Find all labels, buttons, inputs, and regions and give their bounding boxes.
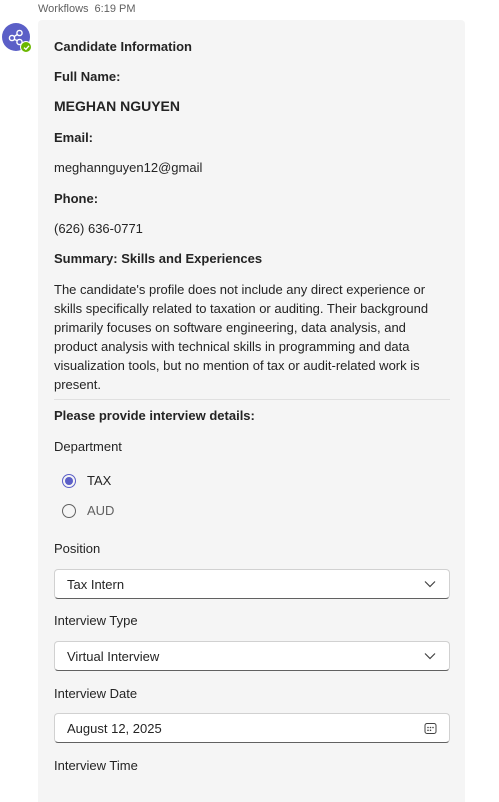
chat-message: Workflows 6:19 PM Candidate Information F… (0, 0, 499, 802)
department-label: Department (54, 439, 122, 454)
full-name-label: Full Name: (54, 69, 121, 84)
radio-button-aud[interactable] (62, 503, 76, 518)
adaptive-card: Candidate Information Full Name: MEGHAN … (38, 20, 465, 802)
phone-value: (626) 636-0771 (54, 221, 143, 236)
interview-type-selected-value: Virtual Interview (67, 648, 160, 664)
summary-text: The candidate's profile does not include… (54, 282, 429, 392)
radio-button-tax[interactable] (62, 473, 76, 488)
interview-date-value: August 12, 2025 (67, 720, 162, 736)
radio-label-aud: AUD (87, 503, 115, 518)
calendar-icon[interactable] (423, 721, 437, 735)
interview-date-input[interactable]: August 12, 2025 (54, 713, 450, 743)
radio-option-tax[interactable]: TAX (62, 473, 111, 488)
section-divider (54, 399, 450, 400)
position-dropdown[interactable]: Tax Intern (54, 569, 450, 599)
presence-available-icon (20, 41, 32, 53)
radio-selected-dot (65, 476, 73, 485)
email-value: meghannguyen12@gmail (54, 160, 203, 175)
chevron-down-icon (423, 577, 437, 591)
chevron-down-icon (423, 649, 437, 663)
position-selected-value: Tax Intern (67, 576, 125, 592)
interview-time-label: Interview Time (54, 758, 138, 773)
candidate-info-heading: Candidate Information (54, 39, 192, 54)
radio-option-aud[interactable]: AUD (62, 503, 114, 518)
message-header: Workflows 6:19 PM (38, 3, 136, 15)
summary-label: Summary: Skills and Experiences (54, 251, 263, 266)
radio-label-tax: TAX (87, 473, 112, 488)
sender-name: Workflows (38, 3, 89, 15)
full-name-value: MEGHAN NGUYEN (54, 98, 181, 114)
position-label: Position (54, 541, 101, 556)
phone-label: Phone: (54, 191, 99, 206)
interview-type-dropdown[interactable]: Virtual Interview (54, 641, 450, 671)
message-timestamp: 6:19 PM (94, 3, 136, 15)
interview-date-label: Interview Date (54, 686, 138, 701)
interview-type-label: Interview Type (54, 613, 138, 628)
email-label: Email: (54, 130, 94, 145)
interview-details-heading: Please provide interview details: (54, 408, 255, 423)
